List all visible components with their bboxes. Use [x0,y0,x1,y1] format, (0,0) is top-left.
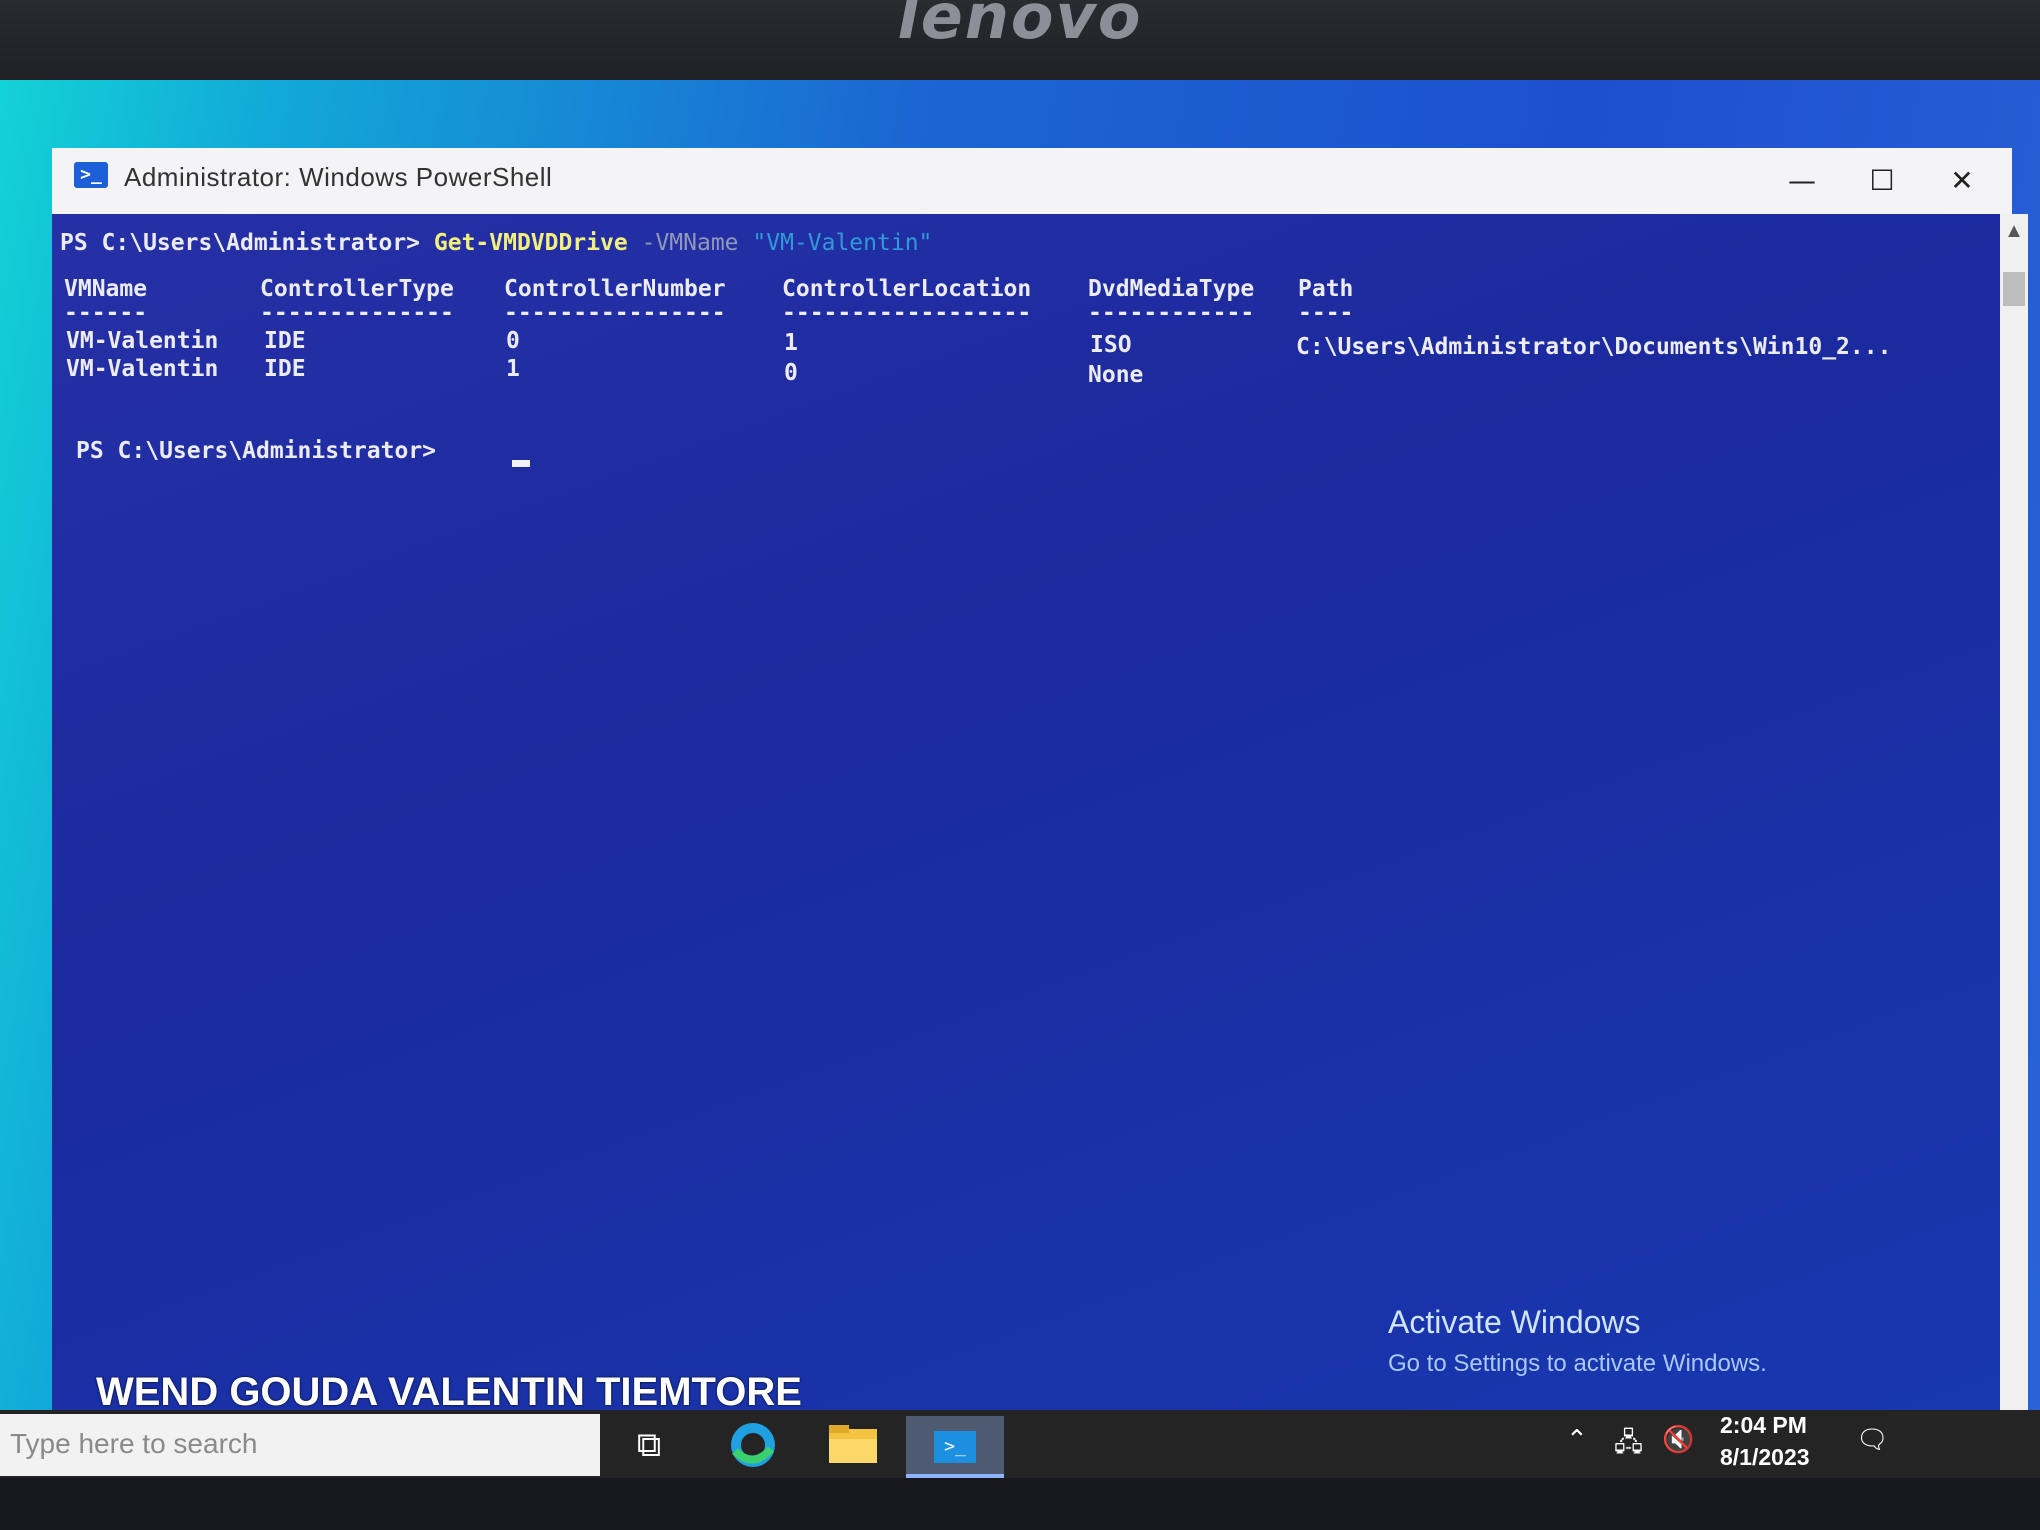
console-area[interactable]: PS C:\Users\Administrator> Get-VMDVDDriv… [52,214,2000,1414]
network-icon[interactable]: 🖧 [1614,1424,1643,1468]
separator: ---- [1298,300,1354,326]
cell-vmname: VM-Valentin [66,356,219,382]
cell-path: C:\Users\Administrator\Documents\Win10_2… [1296,334,1892,360]
activate-windows-subtitle: Go to Settings to activate Windows. [1388,1350,1767,1377]
cell-dvdmediatype: None [1088,362,1144,388]
volume-muted-icon[interactable]: 🔇 [1662,1424,1694,1455]
cell-controllerlocation: 1 [784,330,798,356]
scroll-thumb[interactable] [2003,272,2025,306]
vertical-scrollbar[interactable]: ▲ [2000,214,2028,1414]
window-titlebar[interactable]: >_ Administrator: Windows PowerShell — ☐… [52,148,2012,215]
cmdlet: Get-VMDVDDrive [433,230,628,256]
separator: ------------------ [782,300,1032,326]
powershell-window: >_ Administrator: Windows PowerShell — ☐… [52,148,2028,1478]
close-button[interactable]: ✕ [1922,156,2002,206]
search-placeholder: Type here to search [10,1428,258,1459]
notification-icon[interactable]: 🗨 [1856,1424,1889,1455]
edge-icon-graphic [731,1423,775,1467]
text-cursor [512,460,530,467]
task-view-icon[interactable]: ⧉ [600,1416,698,1474]
col-header-controllerlocation: ControllerLocation [782,276,1032,302]
powershell-icon: >_ [74,162,108,188]
cell-dvdmediatype: ISO [1090,332,1132,358]
prompt: PS C:\Users\Administrator> [76,438,450,464]
taskbar-powershell-button[interactable]: >_ [906,1416,1004,1478]
cell-controllernumber: 0 [506,328,520,354]
cell-controllertype: IDE [264,328,306,354]
taskbar: Type here to search ⧉ >_ ⌃ 🖧 🔇 2:04 PM 8… [0,1410,2040,1480]
taskbar-clock-date[interactable]: 8/1/2023 [1720,1444,1810,1471]
separator: ------ [64,300,148,326]
command-line: PS C:\Users\Administrator> Get-VMDVDDriv… [60,230,932,256]
maximize-button[interactable]: ☐ [1842,156,1922,206]
separator: -------------- [260,300,454,326]
cell-vmname: VM-Valentin [66,328,219,354]
col-header-controllertype: ControllerType [260,276,454,302]
file-explorer-icon[interactable] [804,1416,902,1474]
monitor-bezel-top: lenovo [0,0,2040,92]
cell-controllertype: IDE [264,356,306,382]
monitor-bezel-bottom [0,1478,2040,1530]
scroll-up-icon[interactable]: ▲ [2000,220,2028,243]
chevron-up-icon[interactable]: ⌃ [1566,1424,1588,1455]
window-title: Administrator: Windows PowerShell [124,162,553,192]
taskbar-search-box[interactable]: Type here to search [0,1414,600,1476]
minimize-button[interactable]: — [1762,156,1842,206]
edge-icon[interactable] [704,1416,802,1474]
separator: ------------ [1088,300,1255,326]
activate-windows-title: Activate Windows [1388,1304,1641,1340]
col-header-controllernumber: ControllerNumber [504,276,726,302]
parameter-name: -VMName [627,230,753,256]
photo-watermark: WEND GOUDA VALENTIN TIEMTORE [96,1370,802,1414]
cell-controllernumber: 1 [506,356,520,382]
parameter-value: "VM-Valentin" [752,230,933,256]
taskbar-clock-time[interactable]: 2:04 PM [1720,1412,1807,1439]
separator: ---------------- [504,300,726,326]
col-header-dvdmediatype: DvdMediaType [1088,276,1255,302]
folder-graphic [829,1425,877,1463]
powershell-icon: >_ [934,1431,976,1464]
desktop-screen: >_ Administrator: Windows PowerShell — ☐… [0,80,2040,1480]
prompt: PS C:\Users\Administrator> [60,230,434,256]
monitor-brand-logo: lenovo [897,0,1143,53]
col-header-vmname: VMName [64,276,148,302]
col-header-path: Path [1298,276,1354,302]
cell-controllerlocation: 0 [784,360,798,386]
